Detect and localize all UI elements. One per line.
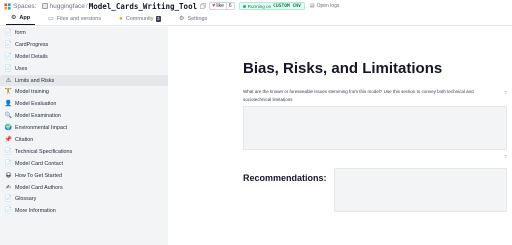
page-title: Bias, Risks, and Limitations (243, 60, 443, 77)
like-button[interactable]: ♥ like 6 (209, 2, 235, 10)
sidebar-nav: 📄 form 📄 CardProgress 📄 Model Details 📄 Uses ⚠ Li… (0, 27, 168, 217)
writing-hand-icon: ✍ (5, 184, 12, 191)
tab-files-and-versions[interactable]: ▭ Files and versions (43, 12, 106, 25)
sidebar-item-label: Uses (15, 65, 28, 72)
section-description: What are the known or foreseeable issues… (243, 89, 474, 102)
sidebar-item-limits-and-risks[interactable]: ⚠ Limits and Risks (0, 74, 168, 87)
sidebar-item-technical-specifications[interactable]: 📄 Technical Specifications (0, 146, 168, 158)
sidebar-item-label: More Information (15, 208, 56, 215)
tab-label: App (19, 15, 31, 21)
bias-risks-textarea[interactable] (243, 106, 507, 150)
sidebar-item-more-information[interactable]: 📄 More Information (0, 205, 168, 217)
help-icon[interactable]: ? (504, 91, 507, 97)
spaces-icon (4, 2, 11, 10)
weightlifter-icon: 🏋 (4, 89, 13, 96)
gear-icon: ⚙ (11, 15, 17, 21)
like-count: 6 (225, 3, 232, 9)
sidebar-item-label: Model training (15, 89, 49, 96)
heart-icon: ♥ (212, 3, 216, 9)
community-icon: ● (119, 15, 123, 22)
sidebar-item-model-training[interactable]: 🏋 Model training (0, 86, 168, 98)
sidebar-item-glossary[interactable]: 📄 Glossary (0, 193, 168, 205)
sidebar-item-label: Citation (15, 136, 34, 143)
help-icon[interactable]: ? (504, 155, 507, 161)
page-icon: 📄 (4, 41, 13, 48)
recommendations-label: Recommendations: (243, 173, 327, 183)
sidebar-item-uses[interactable]: 📄 Uses (0, 63, 168, 75)
sidebar-item-model-details[interactable]: 📄 Model Details (0, 51, 168, 63)
smiley-icon: 😀 (5, 172, 12, 179)
sidebar-item-form[interactable]: 📄 form (0, 27, 168, 39)
pin-icon: 📌 (4, 136, 13, 143)
sidebar-item-label: How To Get Started (15, 172, 62, 179)
page-icon: 📄 (4, 148, 13, 155)
sidebar-item-label: Model Card Authors (15, 184, 63, 191)
copy-icon[interactable] (200, 3, 207, 9)
page-icon: 📄 (4, 160, 13, 167)
tab-label: Community (125, 15, 154, 22)
sidebar-item-label: Model Evaluation (15, 101, 57, 108)
magnifier-icon: 🔍 (4, 113, 13, 120)
sidebar-item-how-to-get-started[interactable]: 😀 How To Get Started (0, 170, 168, 182)
header-bar: Spaces: huggingface / Model_Cards_Writin… (0, 0, 512, 12)
open-logs-label: Open logs (316, 3, 340, 9)
sidebar-item-cardprogress[interactable]: 📄 CardProgress (0, 39, 168, 51)
tab-app[interactable]: ⚙ App (6, 12, 36, 25)
sidebar-item-label: Model Details (15, 53, 48, 60)
logs-icon: ▤ (309, 3, 315, 9)
recommendations-textarea[interactable] (334, 168, 507, 212)
sidebar-item-label: Glossary (15, 196, 37, 203)
owner-avatar (41, 3, 48, 9)
page-icon: 📄 (4, 65, 13, 72)
tab-label: Files and versions (56, 15, 102, 22)
path-separator: / (85, 2, 88, 10)
sidebar-item-citation[interactable]: 📌 Citation (0, 134, 168, 146)
warning-icon: ⚠ (5, 77, 12, 84)
sidebar-item-model-evaluation[interactable]: 👤 Model Evaluation (0, 98, 168, 110)
sidebar-item-model-card-contact[interactable]: 📄 Model Card Contact (0, 158, 168, 170)
open-logs-button[interactable]: ▤ Open logs (310, 3, 340, 9)
tab-settings[interactable]: ⚙ Settings (174, 12, 212, 25)
sidebar-item-label: CardProgress (15, 41, 49, 48)
globe-icon: 🌍 (4, 125, 13, 132)
page-icon: 📄 (4, 53, 13, 60)
status-hardware: CUSTOM CNV (273, 3, 301, 9)
sidebar-item-label: Technical Specifications (15, 148, 73, 155)
spaces-label[interactable]: Spaces: (13, 3, 37, 10)
sidebar-item-label: Limits and Risks (15, 77, 55, 84)
sidebar-item-label: Model Examination (15, 113, 61, 120)
sidebar-item-model-examination[interactable]: 🔍 Model Examination (0, 110, 168, 122)
tab-bar: ⚙ App ▭ Files and versions ● Community 3… (0, 12, 512, 26)
sidebar-item-environmental-impact[interactable]: 🌍 Environmental Impact (0, 122, 168, 134)
sidebar-item-model-card-authors[interactable]: ✍ Model Card Authors (0, 182, 168, 194)
running-dot-icon (242, 4, 246, 8)
tab-community[interactable]: ● Community 3 (114, 12, 166, 25)
files-icon: ▭ (48, 15, 54, 22)
settings-icon: ⚙ (179, 15, 185, 22)
like-label: like (216, 3, 224, 9)
page-icon: 📄 (4, 196, 13, 203)
status-badge: Running on CUSTOM CNV (238, 2, 305, 10)
tab-label: Settings (187, 15, 208, 22)
owner-link[interactable]: huggingface (50, 3, 85, 10)
page-icon: 📄 (4, 208, 13, 215)
page-icon: 📄 (4, 29, 13, 36)
community-count-badge: 3 (155, 15, 162, 22)
person-icon: 👤 (4, 101, 13, 108)
sidebar-item-label: Model Card Contact (15, 160, 63, 167)
sidebar-item-label: form (15, 29, 26, 36)
repo-name[interactable]: Model_Cards_Writing_Tool (89, 2, 197, 11)
status-text: Running on (247, 3, 272, 9)
sidebar-item-label: Environmental Impact (15, 125, 68, 132)
